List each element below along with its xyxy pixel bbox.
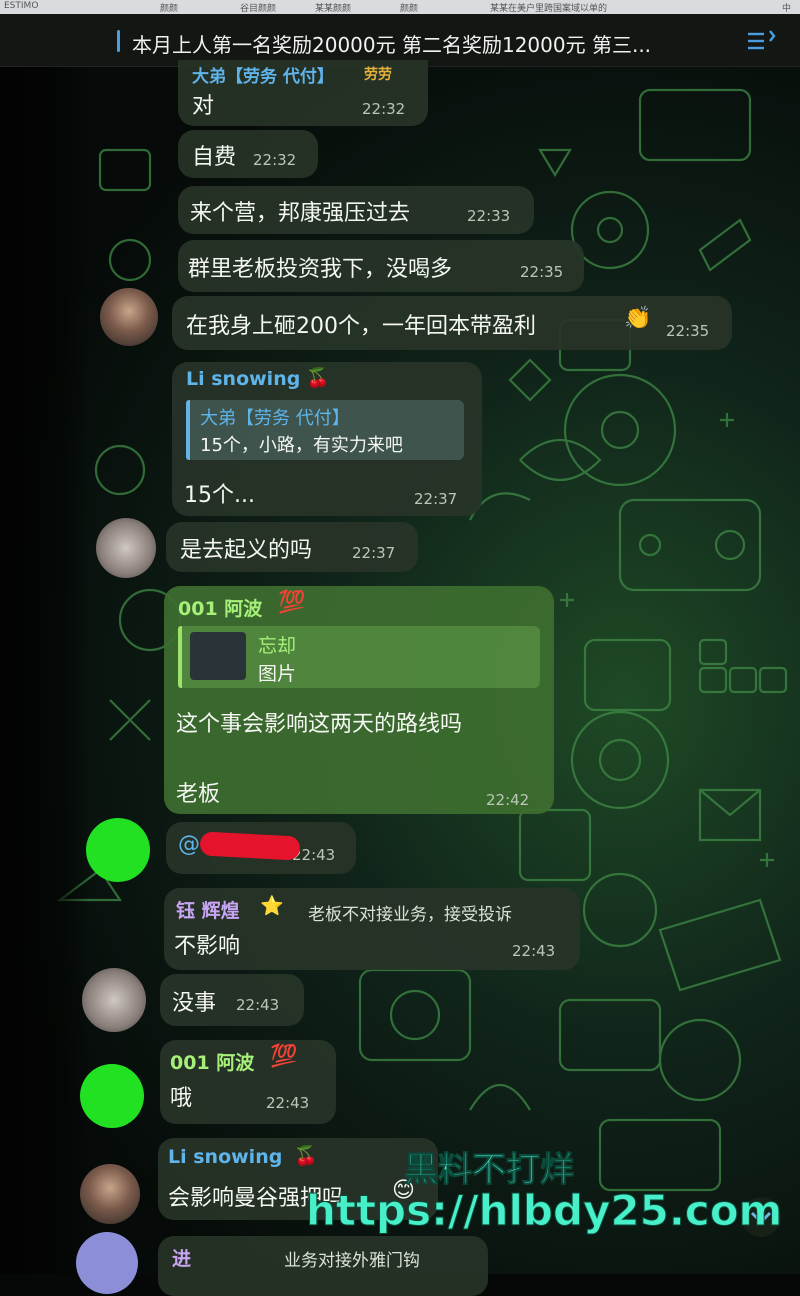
reply-quote[interactable]: 忘却 图片 (178, 626, 540, 688)
reply-sender: 忘却 (258, 635, 297, 657)
message-time: 22:43 (512, 942, 556, 960)
hundred-emoji-icon: 💯 (278, 590, 306, 615)
browser-tab-strip: ESTIMO 颜颜 谷目颜颜 某某颜颜 颜颜 某某在美户里跨国案域以单的 中 (0, 0, 800, 14)
browser-tab[interactable]: ESTIMO (4, 1, 38, 13)
message-time: 22:32 (253, 151, 297, 169)
message-text: 没事 (172, 991, 217, 1016)
sender-name[interactable]: 钰 辉煌 (176, 896, 240, 923)
message-text: 来个营，邦康强压过去 (190, 201, 411, 226)
message-bubble[interactable]: 钰 辉煌 ⭐ 老板不对接业务，接受投诉 不影响 22:43 (164, 888, 580, 970)
message-text: 这个事会影响这两天的路线吗 (176, 712, 463, 737)
member-title: 业务对接外雅门钩 (284, 1251, 420, 1271)
message-text: 在我身上砸200个，一年回本带盈利 (186, 314, 536, 339)
sender-name[interactable]: Li snowing (168, 1146, 282, 1168)
hundred-emoji-icon: 💯 (270, 1044, 298, 1069)
user-avatar[interactable] (82, 968, 146, 1032)
mention-link[interactable]: @ (178, 832, 200, 857)
browser-tab[interactable]: 某某在美户里跨国案域以单的 (490, 1, 607, 14)
reply-sender: 大弟【劳务 代付】 (200, 408, 350, 429)
browser-tab[interactable]: 谷目颜颜 (240, 1, 276, 14)
reply-bar (186, 400, 190, 460)
user-avatar[interactable] (80, 1064, 144, 1128)
sender-name[interactable]: 进 (172, 1244, 191, 1271)
cherry-emoji-icon: 🍒 (294, 1145, 318, 1167)
message-time: 22:42 (486, 791, 530, 809)
message-bubble[interactable]: 大弟【劳务 代付】 劳劳 对 22:32 (178, 60, 428, 126)
browser-tab[interactable]: 某某颜颜 (315, 1, 351, 14)
user-avatar[interactable] (100, 288, 158, 346)
user-avatar[interactable] (76, 1232, 138, 1294)
sender-name[interactable]: Li snowing (186, 368, 300, 390)
reply-quote[interactable]: 大弟【劳务 代付】 15个，小路，有实力来吧 (186, 400, 464, 460)
message-bubble[interactable]: 来个营，邦康强压过去 22:33 (178, 186, 534, 234)
pinned-message-text[interactable]: 本月上人第一名奖励20000元 第二名奖励12000元 第三... (132, 29, 651, 58)
sender-badge: 劳劳 (364, 67, 392, 83)
message-time: 22:35 (520, 263, 564, 281)
message-text: 不影响 (174, 934, 241, 959)
reply-bar (178, 626, 182, 688)
watermark-title: 黑料不打烊 (404, 1150, 575, 1191)
message-bubble[interactable]: 在我身上砸200个，一年回本带盈利 👏 22:35 (172, 296, 732, 350)
sender-name[interactable]: 001 阿波 (170, 1048, 254, 1075)
message-text: 15个... (184, 483, 255, 508)
watermark-url: https://hlbdy25.com (305, 1186, 783, 1236)
message-bubble[interactable]: Li snowing 🍒 大弟【劳务 代付】 15个，小路，有实力来吧 15个.… (172, 362, 482, 516)
message-time: 22:37 (352, 544, 396, 562)
browser-tab[interactable]: 中 (782, 1, 791, 14)
star-emoji-icon: ⭐ (260, 895, 284, 917)
message-time: 22:32 (362, 100, 406, 118)
message-bubble[interactable]: 进 业务对接外雅门钩 (158, 1236, 488, 1296)
message-text: 自费 (192, 145, 237, 170)
member-title: 老板不对接业务，接受投诉 (308, 905, 512, 925)
sender-name[interactable]: 大弟【劳务 代付】 (192, 62, 334, 87)
user-avatar[interactable] (86, 818, 150, 882)
cherry-emoji-icon: 🍒 (306, 367, 330, 389)
message-bubble[interactable]: 是去起义的吗 22:37 (166, 522, 418, 572)
message-time: 22:37 (414, 490, 458, 508)
message-text: 哦 (170, 1086, 193, 1111)
browser-tab[interactable]: 颜颜 (160, 1, 178, 14)
sender-name[interactable]: 001 阿波 (178, 594, 262, 621)
pinned-indicator (117, 30, 120, 52)
message-time: 22:35 (666, 322, 710, 340)
message-bubble[interactable]: 自费 22:32 (178, 130, 318, 178)
message-text: 是去起义的吗 (180, 538, 313, 563)
reply-text: 15个，小路，有实力来吧 (200, 435, 403, 456)
user-avatar[interactable] (80, 1164, 140, 1224)
message-bubble[interactable]: 群里老板投资我下，没喝多 22:35 (178, 240, 584, 292)
reply-thumbnail (190, 632, 246, 680)
message-text: 群里老板投资我下，没喝多 (188, 257, 453, 282)
message-bubble[interactable]: 001 阿波 💯 忘却 图片 这个事会影响这两天的路线吗 老板 22:42 (164, 586, 554, 814)
message-time: 22:43 (236, 996, 280, 1014)
left-shadow (0, 0, 90, 1274)
browser-tab[interactable]: 颜颜 (400, 1, 418, 14)
user-avatar[interactable] (96, 518, 156, 578)
reply-text: 图片 (258, 663, 297, 685)
message-text: 老板 (176, 782, 221, 807)
message-bubble[interactable]: 001 阿波 💯 哦 22:43 (160, 1040, 336, 1124)
message-bubble[interactable]: 没事 22:43 (160, 974, 304, 1026)
message-time: 22:33 (467, 207, 511, 225)
message-time: 22:43 (266, 1094, 310, 1112)
message-text: 对 (192, 94, 215, 119)
pinned-list-icon[interactable] (746, 28, 776, 54)
clap-emoji-icon: 👏 (624, 306, 652, 331)
